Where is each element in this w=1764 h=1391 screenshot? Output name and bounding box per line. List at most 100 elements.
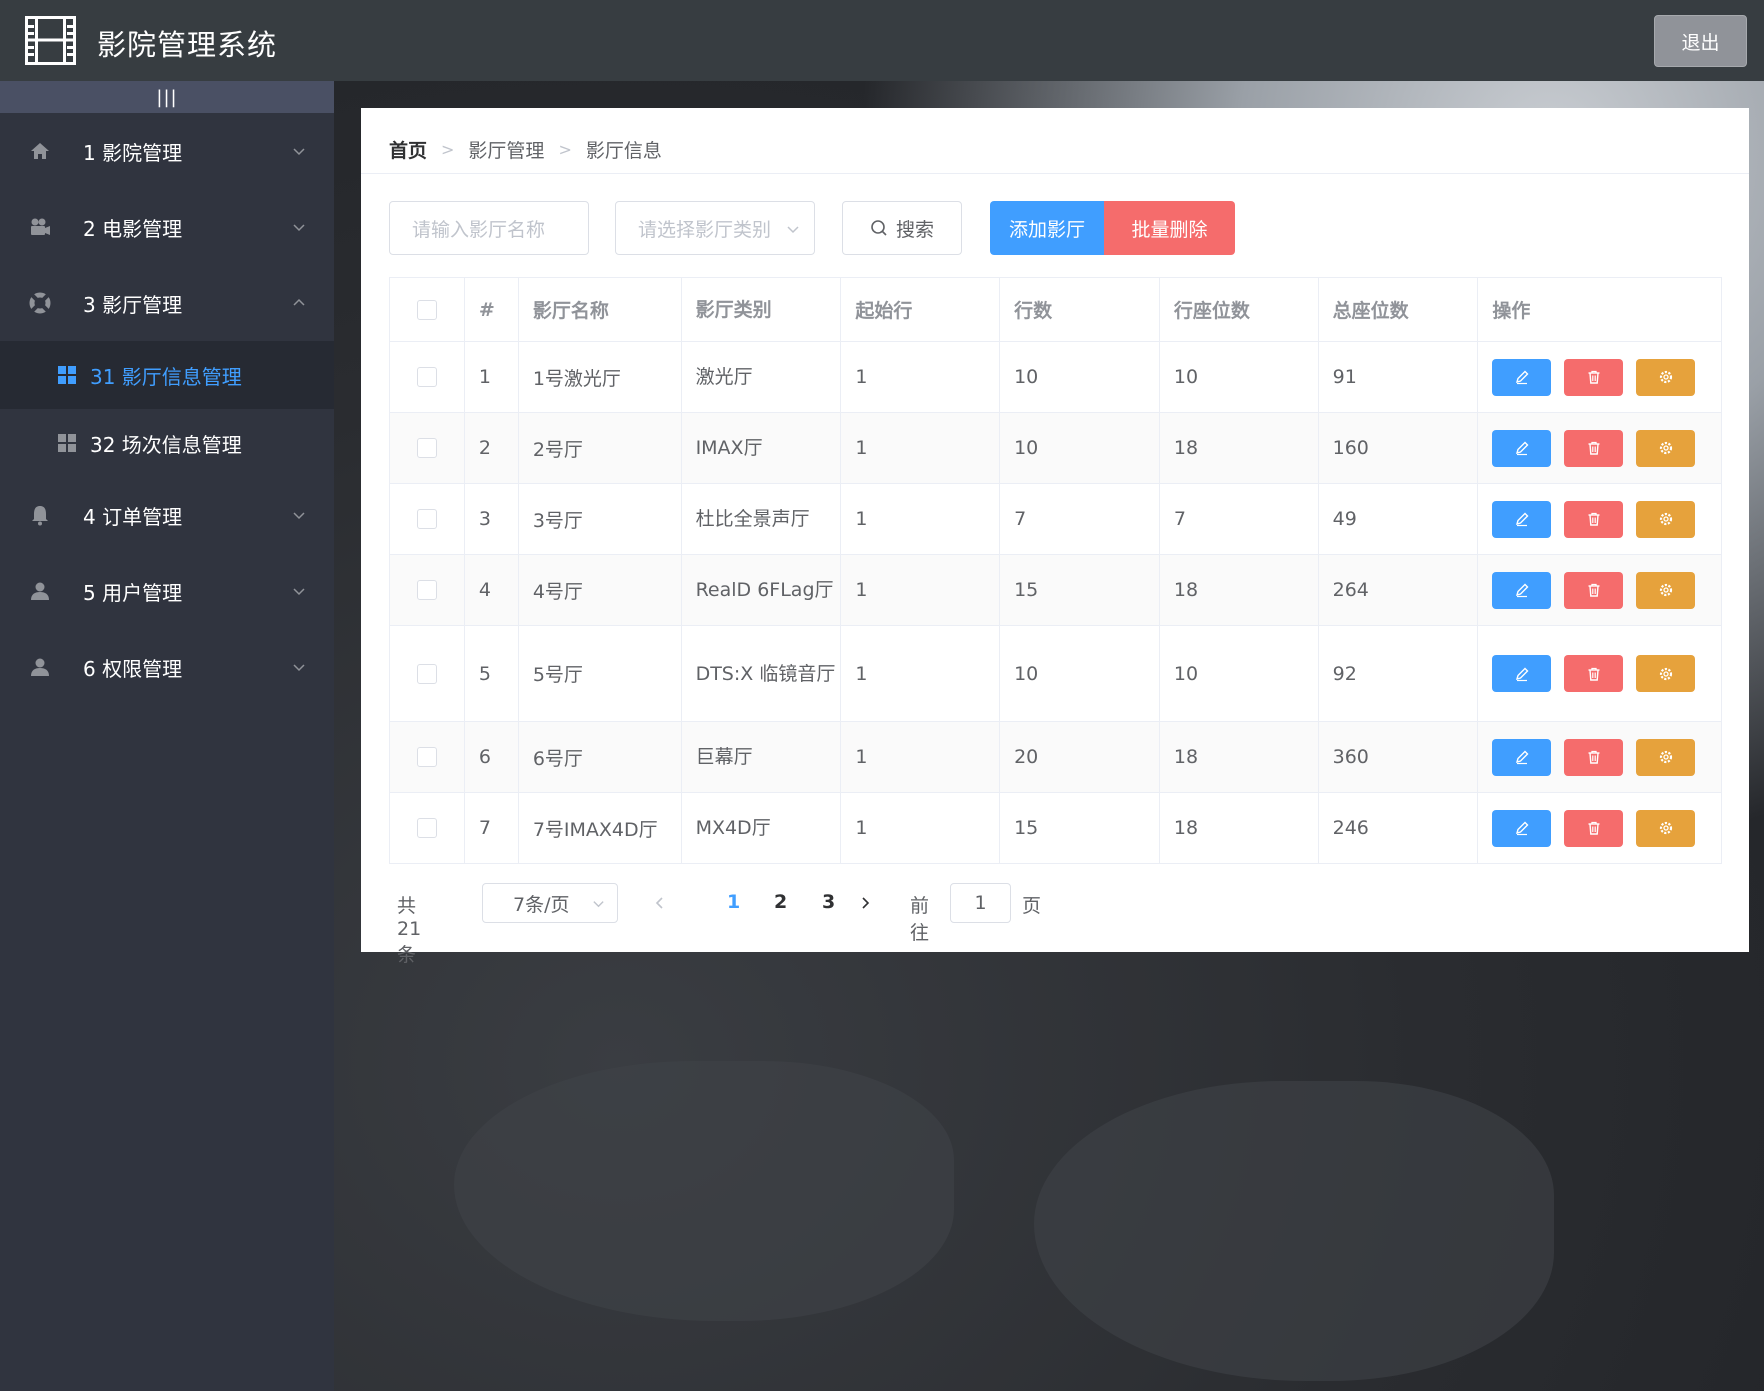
sidebar-subitem-hall-info[interactable]: 31 影厅信息管理 bbox=[0, 341, 334, 409]
logout-button[interactable]: 退出 bbox=[1654, 15, 1747, 67]
header-cell: 行座位数 bbox=[1160, 278, 1319, 341]
row-select-cell bbox=[390, 413, 465, 483]
breadcrumb-home[interactable]: 首页 bbox=[389, 136, 427, 163]
select-all-checkbox[interactable] bbox=[416, 299, 437, 320]
row-checkbox[interactable] bbox=[416, 438, 437, 458]
hall-type-select[interactable]: 请选择影厅类别 bbox=[615, 201, 815, 255]
delete-button[interactable] bbox=[1564, 358, 1624, 396]
bell-icon bbox=[28, 503, 52, 527]
header-cell: 起始行 bbox=[841, 278, 1001, 341]
gear-icon bbox=[1659, 821, 1672, 835]
delete-button[interactable] bbox=[1564, 429, 1624, 467]
sidebar-subitem-session-info[interactable]: 32 场次信息管理 bbox=[0, 409, 334, 477]
sidebar-subitem-label: 31 影厅信息管理 bbox=[90, 364, 242, 389]
edit-button[interactable] bbox=[1492, 655, 1552, 692]
trash-icon bbox=[1588, 750, 1600, 764]
grid-icon bbox=[58, 366, 76, 384]
cell-total-seats: 246 bbox=[1319, 793, 1479, 863]
sidebar-item-order[interactable]: 4 订单管理 bbox=[0, 477, 334, 553]
cell-start-row: 1 bbox=[841, 793, 1001, 863]
cell-name: 1号激光厅 bbox=[519, 342, 682, 412]
delete-button[interactable] bbox=[1564, 655, 1624, 692]
sidebar-item-hall[interactable]: 3 影厅管理 bbox=[0, 265, 334, 341]
cell-start-row: 1 bbox=[841, 722, 1001, 792]
edit-button[interactable] bbox=[1492, 429, 1552, 467]
gear-icon bbox=[1659, 512, 1672, 526]
page-size-value: 7条/页 bbox=[513, 893, 570, 916]
sidebar-item-label: 6 权限管理 bbox=[83, 656, 183, 681]
sidebar: ||| 1 影院管理 2 电影管理 3 影厅管理 31 影厅信息管理 32 场次… bbox=[0, 81, 334, 1391]
delete-button[interactable] bbox=[1564, 500, 1624, 538]
sidebar-item-movie[interactable]: 2 电影管理 bbox=[0, 189, 334, 265]
goto-page-input[interactable]: 1 bbox=[950, 883, 1011, 923]
chevron-down-icon bbox=[593, 901, 604, 908]
gear-icon bbox=[1659, 750, 1672, 764]
edit-button[interactable] bbox=[1492, 358, 1552, 396]
cell-rows: 15 bbox=[1000, 793, 1160, 863]
row-checkbox[interactable] bbox=[416, 509, 437, 529]
sidebar-collapse-toggle[interactable]: ||| bbox=[0, 81, 334, 113]
edit-button[interactable] bbox=[1492, 571, 1552, 609]
settings-button[interactable] bbox=[1636, 500, 1696, 538]
cell-start-row: 1 bbox=[841, 413, 1001, 483]
chevron-down-icon bbox=[293, 148, 305, 156]
cell-type: 巨幕厅 bbox=[682, 722, 842, 792]
row-select-cell bbox=[390, 793, 465, 863]
bulk-delete-button[interactable]: 批量删除 bbox=[1104, 201, 1235, 255]
header-cell: # bbox=[465, 278, 519, 341]
add-hall-button[interactable]: 添加影厅 bbox=[990, 201, 1104, 255]
sidebar-item-permission[interactable]: 6 权限管理 bbox=[0, 629, 334, 705]
page-size-select[interactable]: 7条/页 bbox=[482, 883, 618, 923]
breadcrumb: 首页 > 影厅管理 > 影厅信息 bbox=[389, 134, 662, 164]
settings-button[interactable] bbox=[1636, 738, 1696, 776]
prev-page-icon[interactable] bbox=[652, 895, 668, 911]
row-checkbox[interactable] bbox=[416, 663, 437, 684]
table-row: 2 2号厅 IMAX厅 1 10 18 160 bbox=[390, 413, 1721, 484]
camera-icon bbox=[28, 215, 52, 239]
page-number-1[interactable]: 1 bbox=[727, 891, 740, 913]
edit-icon bbox=[1515, 512, 1529, 527]
cell-seats-per-row: 10 bbox=[1160, 626, 1319, 721]
edit-button[interactable] bbox=[1492, 738, 1552, 776]
delete-button[interactable] bbox=[1564, 571, 1624, 609]
chevron-down-icon bbox=[293, 588, 305, 596]
row-actions bbox=[1478, 626, 1721, 721]
settings-button[interactable] bbox=[1636, 358, 1696, 396]
row-checkbox[interactable] bbox=[416, 367, 437, 387]
cell-rows: 20 bbox=[1000, 722, 1160, 792]
settings-button[interactable] bbox=[1636, 655, 1696, 692]
settings-button[interactable] bbox=[1636, 809, 1696, 847]
row-select-cell bbox=[390, 484, 465, 554]
settings-button[interactable] bbox=[1636, 429, 1696, 467]
sidebar-item-user[interactable]: 5 用户管理 bbox=[0, 553, 334, 629]
row-checkbox[interactable] bbox=[416, 818, 437, 838]
edit-button[interactable] bbox=[1492, 809, 1552, 847]
search-button[interactable]: 搜索 bbox=[842, 201, 962, 255]
cell-type: MX4D厅 bbox=[682, 793, 842, 863]
row-checkbox[interactable] bbox=[416, 580, 437, 600]
row-checkbox[interactable] bbox=[416, 747, 437, 767]
edit-icon bbox=[1515, 441, 1529, 456]
delete-button[interactable] bbox=[1564, 809, 1624, 847]
row-actions bbox=[1478, 555, 1721, 625]
chevron-down-icon bbox=[787, 226, 799, 234]
page-number-2[interactable]: 2 bbox=[774, 891, 787, 913]
table-row: 3 3号厅 杜比全景声厅 1 7 7 49 bbox=[390, 484, 1721, 555]
delete-button[interactable] bbox=[1564, 738, 1624, 776]
settings-button[interactable] bbox=[1636, 571, 1696, 609]
sidebar-item-cinema[interactable]: 1 影院管理 bbox=[0, 113, 334, 189]
hall-name-search-input[interactable]: 请输入影厅名称 bbox=[389, 201, 589, 255]
edit-icon bbox=[1515, 821, 1529, 836]
gear-icon bbox=[1659, 583, 1672, 597]
next-page-icon[interactable] bbox=[857, 895, 873, 911]
hall-table: # 影厅名称 影厅类别 起始行 行数 行座位数 总座位数 操作 1 1号激光厅 激光… bbox=[389, 277, 1722, 864]
cell-total-seats: 360 bbox=[1319, 722, 1479, 792]
page-number-3[interactable]: 3 bbox=[822, 891, 835, 913]
cell-start-row: 1 bbox=[841, 555, 1001, 625]
trash-icon bbox=[1588, 441, 1600, 455]
cell-rows: 10 bbox=[1000, 342, 1160, 412]
edit-button[interactable] bbox=[1492, 500, 1552, 538]
cell-rows: 10 bbox=[1000, 626, 1160, 721]
app-title: 影院管理系统 bbox=[97, 28, 278, 62]
cell-seats-per-row: 7 bbox=[1160, 484, 1319, 554]
